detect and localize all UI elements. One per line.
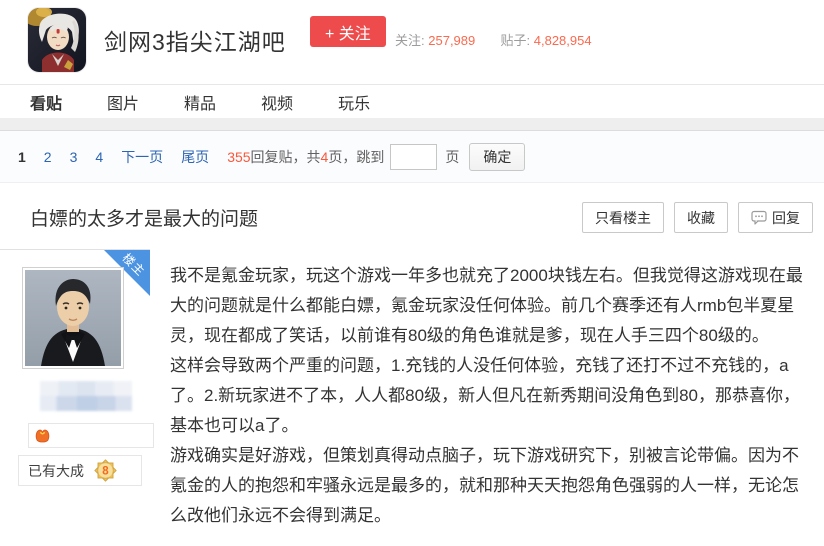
censored-username <box>40 381 132 411</box>
page-current: 1 <box>18 148 26 165</box>
page-unit-label: 页 <box>445 148 460 165</box>
forum-header: 剑网3指尖江湖吧 + 关注 关注: 257,989 贴子: 4,828,954 <box>0 0 824 84</box>
thread-title: 白嫖的太多才是最大的问题 <box>30 209 259 230</box>
forum-nav: 看贴 图片 精品 视频 玩乐 <box>0 84 824 118</box>
censored-username-row <box>40 396 132 411</box>
user-avatar-image <box>25 270 121 366</box>
section-divider <box>0 118 824 131</box>
post-paragraph: 游戏确实是好游戏，但策划真得动点脑子，玩下游戏研究下，别被言论带偏。因为不氪金的… <box>170 446 799 525</box>
favorite-label: 收藏 <box>687 209 715 226</box>
followers-label: 关注: <box>395 33 425 48</box>
reply-count: 355 <box>227 148 251 165</box>
page-link-2[interactable]: 2 <box>44 149 52 165</box>
level-name: 已有大成 <box>28 462 84 479</box>
level-number: 8 <box>102 466 109 478</box>
level-box: 已有大成 8 <box>18 455 142 486</box>
favorite-button[interactable]: 收藏 <box>674 202 728 233</box>
post-row: 楼主 已有大成 8 我不是氪金玩家，玩这个游戏一年多也就充了2000块钱左右。但… <box>0 249 824 545</box>
level-badge-icon: 8 <box>94 459 117 482</box>
pagination-bar: 1 2 3 4 下一页 尾页 355 回复贴，共 4 页，跳到 页 确定 <box>0 131 824 183</box>
user-avatar[interactable] <box>22 267 124 369</box>
page-link-3[interactable]: 3 <box>70 149 78 165</box>
thread-header: 白嫖的太多才是最大的问题 只看楼主 收藏 回复 <box>0 183 824 249</box>
follow-button[interactable]: + 关注 <box>310 16 386 47</box>
tab-kantie[interactable]: 看贴 <box>30 90 62 114</box>
forum-stats: 关注: 257,989 贴子: 4,828,954 <box>395 30 592 49</box>
page-link-4[interactable]: 4 <box>95 149 103 165</box>
post-paragraph: 我不是氪金玩家，玩这个游戏一年多也就充了2000块钱左右。但我觉得这游戏现在最大… <box>170 266 803 345</box>
forum-title[interactable]: 剑网3指尖江湖吧 <box>104 23 286 57</box>
jump-to-text: 页，跳到 <box>328 148 385 165</box>
tab-tupian[interactable]: 图片 <box>107 90 139 114</box>
tab-jingpin[interactable]: 精品 <box>184 90 216 114</box>
next-page-link[interactable]: 下一页 <box>121 147 163 167</box>
tab-shipin[interactable]: 视频 <box>261 90 293 114</box>
medal-icon <box>35 429 50 443</box>
reply-label: 回复 <box>772 209 800 226</box>
post-content: 我不是氪金玩家，玩这个游戏一年多也就充了2000块钱左右。但我觉得这游戏现在最大… <box>170 261 812 531</box>
medal-box[interactable] <box>28 423 154 448</box>
tieba-page: 剑网3指尖江湖吧 + 关注 关注: 257,989 贴子: 4,828,954 … <box>0 0 824 546</box>
post-paragraph: 这样会导致两个严重的问题，1.充钱的人没任何体验，充钱了还打不过不充钱的，a了。… <box>170 356 800 435</box>
tab-wanle[interactable]: 玩乐 <box>338 90 370 114</box>
followers-count: 257,989 <box>428 33 476 48</box>
view-author-button[interactable]: 只看楼主 <box>582 202 664 233</box>
reply-count-text: 回复贴，共 <box>250 148 321 165</box>
jump-page-input[interactable] <box>390 143 438 170</box>
last-page-link[interactable]: 尾页 <box>181 147 209 167</box>
posts-count: 4,828,954 <box>533 33 592 48</box>
forum-avatar-image <box>28 8 86 72</box>
reply-bubble-icon <box>751 210 767 225</box>
forum-avatar[interactable] <box>28 8 86 72</box>
view-author-label: 只看楼主 <box>595 209 651 226</box>
thread-actions: 只看楼主 收藏 回复 <box>572 202 813 233</box>
total-pages: 4 <box>320 148 329 165</box>
reply-button[interactable]: 回复 <box>738 202 813 233</box>
author-sidebar: 楼主 已有大成 8 <box>0 249 154 545</box>
confirm-button[interactable]: 确定 <box>469 142 526 171</box>
censored-username-row <box>40 381 132 396</box>
posts-label: 贴子: <box>500 33 531 48</box>
